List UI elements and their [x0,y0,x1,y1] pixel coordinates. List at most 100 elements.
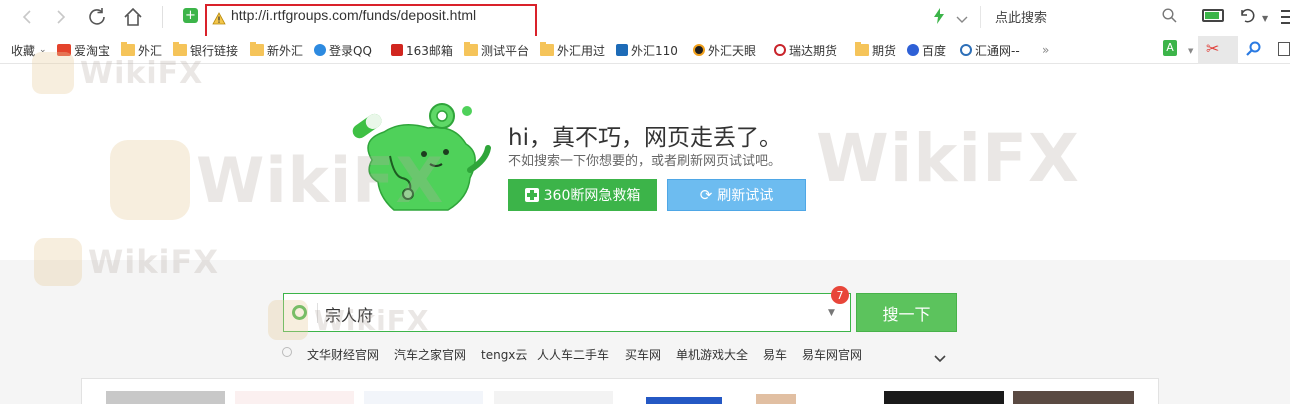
error-title: hi，真不巧，网页走丢了。 [508,125,782,151]
refresh-button[interactable]: ⟳ 刷新试试 [667,179,806,211]
battery-icon[interactable] [1202,9,1224,22]
input-divider [317,303,318,323]
search-button[interactable]: 搜一下 [856,293,957,332]
hot-link[interactable]: 单机游戏大全 [676,346,748,363]
folder-icon [540,42,554,56]
skyeye-icon [693,44,705,56]
add-extension-icon[interactable]: A [1163,40,1177,56]
error-subtitle: 不如搜索一下你想要的，或者刷新网页试试吧。 [508,154,782,169]
hot-link[interactable]: 易车 [763,346,787,363]
refresh-label: 刷新试试 [717,188,774,204]
bookmark-item[interactable]: 163邮箱 [391,40,453,60]
hot-link[interactable]: 买车网 [625,346,661,363]
bookmark-label: 收藏 [11,43,36,58]
bookmark-item[interactable]: 爱淘宝 [57,40,110,60]
bookmark-label: 瑞达期货 [789,43,838,58]
forex110-icon [616,44,628,56]
hot-link[interactable]: 汽车之家官网 [394,346,466,363]
toolbar-divider [980,6,981,28]
taobao-icon [57,44,71,56]
bookmark-folder[interactable]: 新外汇 [250,40,303,60]
folder-icon [173,42,187,56]
notification-badge: 7 [831,286,849,304]
menu-icon[interactable] [1281,8,1290,24]
qq-icon [314,44,326,56]
bookmark-label: 外汇用过 [557,43,606,58]
hot-link[interactable]: 人人车二手车 [537,346,609,363]
chevron-down-icon: ⌄ [39,45,47,55]
more-bookmarks-icon[interactable]: » [1042,40,1049,60]
bookmark-item[interactable]: 登录QQ [314,40,372,60]
folder-icon [464,42,478,56]
undo-icon[interactable] [1238,6,1256,28]
recommend-card-image[interactable] [106,391,225,404]
back-button[interactable] [14,4,40,30]
recommend-card-image[interactable] [235,391,354,404]
bookmark-folder[interactable]: 期货 [855,40,896,60]
suggest-dropdown-icon[interactable]: ▼ [828,308,835,318]
hot-link[interactable]: 易车网官网 [802,346,862,363]
search-icon[interactable] [1162,8,1177,27]
toolbar-divider [162,6,163,28]
home-button[interactable] [120,4,146,30]
bookmark-label: 百度 [922,43,947,58]
star-icon [0,44,8,56]
bookmark-favorites[interactable]: 收藏 ⌄ [0,40,47,60]
bookmark-folder[interactable]: 外汇 [121,40,162,60]
recommend-card-image[interactable] [624,391,743,404]
toolbar-search-input[interactable]: 点此搜索 [995,7,1047,26]
browser-toolbar: + http://i.rtfgroups.com/funds/deposit.h… [0,0,1290,44]
bookmarks-bar: 收藏 ⌄ 爱淘宝 外汇 银行链接 新外汇 登录QQ 163邮箱 测试平台 外汇用… [0,36,1290,64]
folder-icon [855,42,869,56]
lightning-icon[interactable] [933,8,945,28]
huitong-icon [960,44,972,56]
bookmark-item[interactable]: 百度 [907,40,946,60]
bookmark-item[interactable]: 外汇天眼 [693,40,756,60]
recommend-card-image[interactable] [494,391,613,404]
recommend-card-image[interactable] [756,391,875,404]
bookmark-folder[interactable]: 外汇用过 [540,40,605,60]
recommend-card-image[interactable] [1013,391,1134,404]
bookmark-label: 外汇 [138,43,163,58]
first-aid-button[interactable]: 360断网急救箱 [508,179,657,211]
chevron-down-icon[interactable] [956,10,968,29]
bookmark-label: 测试平台 [481,43,530,58]
bookmark-folder[interactable]: 银行链接 [173,40,238,60]
reload-icon [89,8,105,25]
ruida-icon [774,44,786,56]
back-arrow-icon [22,10,31,24]
bookmark-label: 新外汇 [267,43,304,58]
forward-button[interactable] [48,4,74,30]
bookmark-item[interactable]: 瑞达期货 [774,40,837,60]
scissors-button[interactable]: ✂ [1198,36,1238,64]
bookmark-item[interactable]: 外汇110 [616,40,678,60]
zoom-icon[interactable] [1246,41,1262,61]
bookmark-label: 外汇天眼 [708,43,757,58]
bookmark-label: 外汇110 [631,43,678,58]
lost-page-mascot-icon [350,98,500,218]
bookmark-label: 登录QQ [329,43,372,58]
hot-link[interactable]: tengx云 [481,346,527,363]
recommend-card-image[interactable] [884,391,1004,404]
shield-icon[interactable]: + [183,8,198,23]
refresh-icon: ⟳ [699,186,713,204]
home-icon [124,7,142,26]
scissors-icon: ✂ [1206,39,1220,58]
bookmark-folder[interactable]: 测试平台 [464,40,529,60]
bookmark-label: 期货 [872,43,897,58]
chevron-down-icon[interactable]: ▼ [1188,47,1193,55]
bookmark-item[interactable]: 汇通网-- [960,40,1020,60]
first-aid-label: 360断网急救箱 [543,188,641,204]
recommend-card-image[interactable] [364,391,483,404]
forward-arrow-icon [57,10,66,24]
search-input-value: 宗人府 [325,306,374,325]
sidebar-toggle-icon[interactable] [1278,42,1290,56]
mail-icon [391,44,403,56]
undo-dropdown-icon[interactable]: ▼ [1262,14,1268,23]
first-aid-icon [524,188,539,202]
360-search-logo-icon [292,305,307,320]
hot-search-icon [282,347,292,357]
reload-button[interactable] [84,4,110,30]
hot-link[interactable]: 文华财经官网 [307,346,379,363]
expand-links-icon[interactable] [934,348,946,367]
